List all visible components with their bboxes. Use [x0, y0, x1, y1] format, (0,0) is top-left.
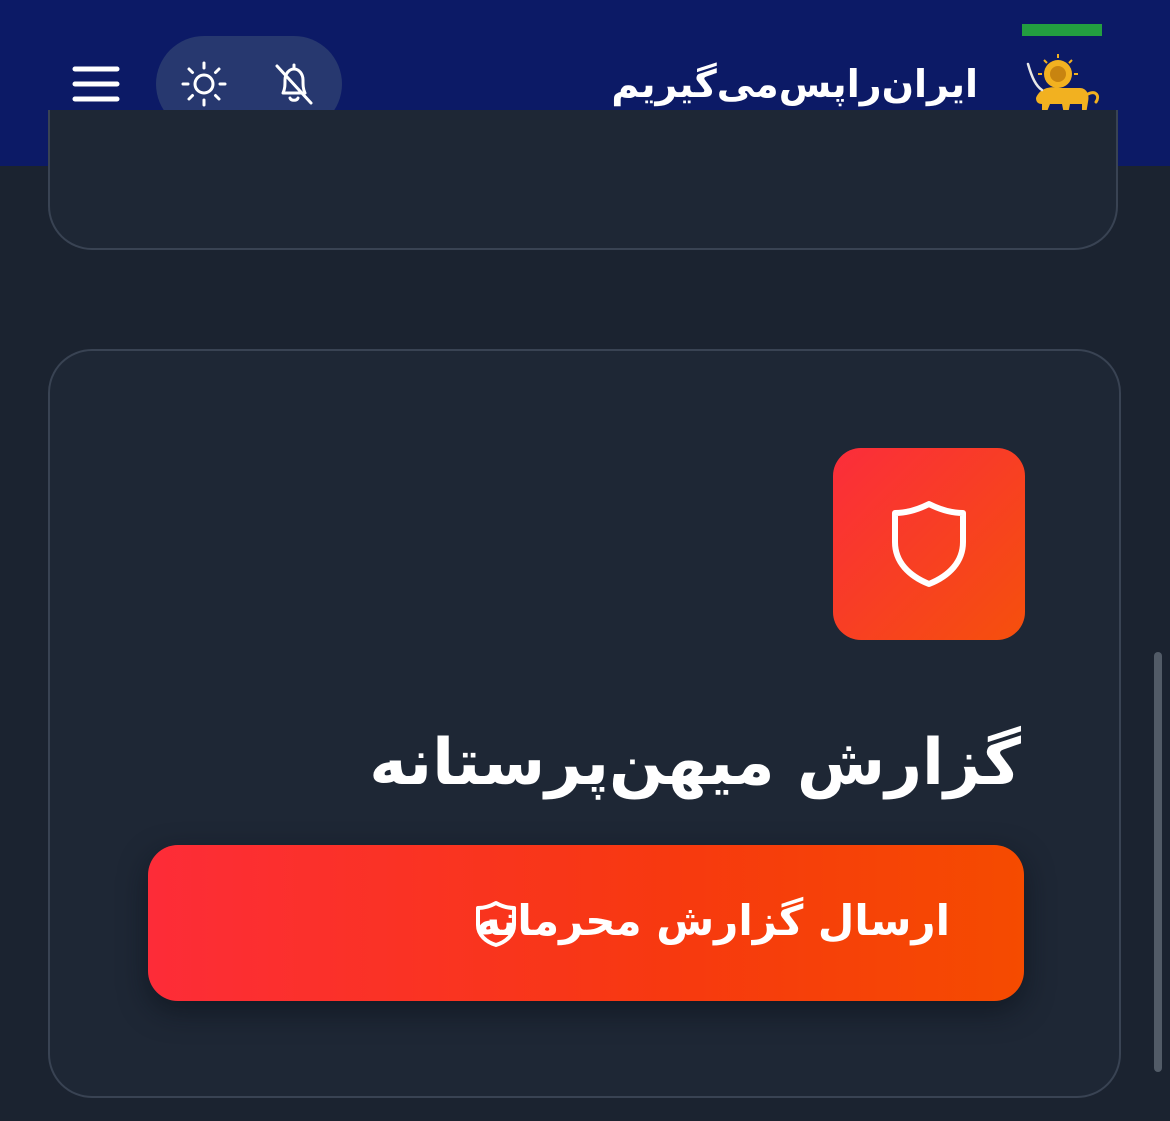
menu-button[interactable] — [66, 56, 126, 112]
previous-card — [48, 110, 1118, 250]
card-title: گزارش میهن‌پرستانه — [369, 726, 1021, 800]
report-button-label: ارسال گزارش محرمانه — [476, 896, 950, 945]
patriotic-report-card: گزارش میهن‌پرستانه ارسال گزارش محرمانه — [48, 349, 1121, 1098]
brand-title[interactable]: ایران‌را‌پس‌می‌گیریم — [611, 54, 978, 114]
hamburger-menu-icon — [72, 66, 120, 102]
shield-icon — [892, 501, 966, 587]
theme-toggle-button[interactable] — [172, 52, 236, 116]
send-confidential-report-button[interactable]: ارسال گزارش محرمانه — [148, 845, 1024, 1001]
shield-tile — [833, 448, 1025, 640]
bell-off-icon — [275, 63, 313, 105]
scrollbar-thumb[interactable] — [1154, 652, 1162, 1072]
shield-icon — [476, 901, 516, 947]
notifications-button[interactable] — [262, 52, 326, 116]
sun-icon — [181, 61, 227, 107]
